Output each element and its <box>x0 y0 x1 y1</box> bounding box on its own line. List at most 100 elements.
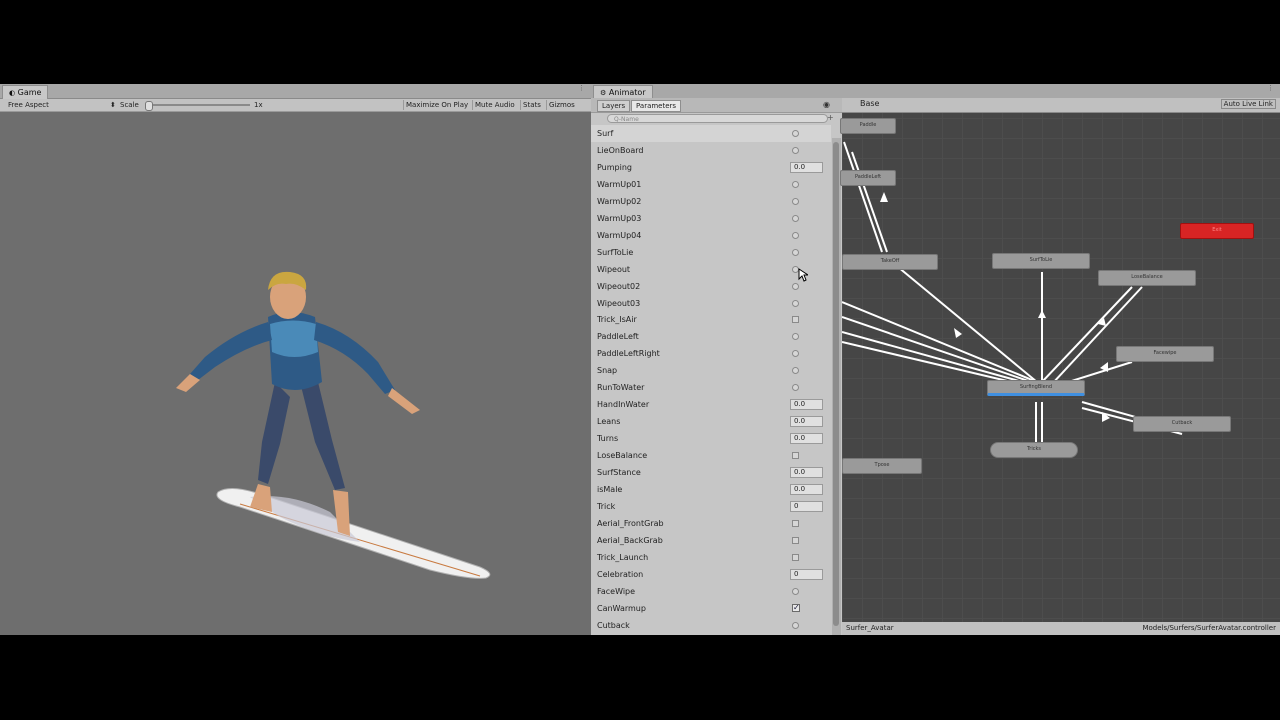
parameter-row[interactable]: WarmUp03 <box>591 210 831 227</box>
tab-parameters[interactable]: Parameters <box>631 100 682 112</box>
parameter-row[interactable]: CanWarmup ✓ <box>591 600 831 617</box>
parameter-row[interactable]: WarmUp04 <box>591 227 831 244</box>
parameter-bool-toggle[interactable] <box>792 333 799 341</box>
parameter-row[interactable]: Pumping 0.0 <box>591 159 831 176</box>
parameter-bool-toggle[interactable] <box>792 384 799 392</box>
state-node-paddle[interactable]: Paddle <box>840 118 896 134</box>
parameter-bool-toggle[interactable] <box>792 621 799 629</box>
parameter-name: Pumping <box>597 162 632 172</box>
parameter-bool-toggle[interactable] <box>792 367 799 375</box>
parameter-row[interactable]: Turns 0.0 <box>591 430 831 447</box>
parameter-row[interactable]: Snap <box>591 362 831 379</box>
parameter-row[interactable]: WarmUp01 <box>591 176 831 193</box>
layer-breadcrumb[interactable]: Base <box>860 99 879 108</box>
parameter-row[interactable]: isMale 0.0 <box>591 481 831 498</box>
parameter-row[interactable]: LoseBalance <box>591 447 831 464</box>
parameter-trigger-toggle[interactable] <box>792 519 799 527</box>
parameter-row[interactable]: PaddleLeftRight <box>591 345 831 362</box>
panel-menu-icon[interactable]: ⋮ <box>578 84 585 92</box>
parameter-value-field[interactable]: 0.0 <box>790 399 823 411</box>
parameter-bool-toggle[interactable] <box>792 587 799 595</box>
animator-subtabs: Layers Parameters ◉ <box>591 98 842 113</box>
parameter-value-field[interactable]: 0.0 <box>790 467 823 478</box>
parameter-value-field[interactable]: 0.0 <box>790 483 823 495</box>
maximize-on-play-button[interactable]: Maximize On Play <box>403 100 470 110</box>
parameter-row[interactable]: WarmUp02 <box>591 193 831 210</box>
parameter-row[interactable]: FaceWipe <box>591 583 831 600</box>
parameter-row[interactable]: Wipeout03 <box>591 295 831 312</box>
parameter-row[interactable]: HandInWater 0.0 <box>591 396 831 413</box>
parameter-name: isMale <box>597 484 623 494</box>
parameter-trigger-toggle[interactable] <box>792 536 799 544</box>
aspect-dropdown[interactable]: Free Aspect <box>8 99 49 111</box>
parameter-row[interactable]: PaddleLeft <box>591 328 831 345</box>
parameter-bool-toggle[interactable] <box>792 197 799 205</box>
auto-live-link-button[interactable]: Auto Live Link <box>1220 99 1276 109</box>
state-node-exit[interactable]: Exit <box>1180 223 1254 239</box>
state-graph[interactable]: Base Auto Live Link Paddle PaddleLeft Ta… <box>840 98 1280 622</box>
parameter-row[interactable]: RunToWater <box>591 379 831 396</box>
state-node-takeoff[interactable]: TakeOff <box>842 254 938 270</box>
parameter-row[interactable]: LieOnBoard <box>591 142 831 159</box>
parameter-row[interactable]: SurfToLie <box>591 244 831 261</box>
state-node-tricks[interactable]: Tricks <box>990 442 1078 458</box>
parameter-row[interactable]: Trick_Launch <box>591 549 831 566</box>
parameter-value-field[interactable]: 0 <box>790 500 823 512</box>
animator-tab-bar: ⚙ Animator ⋮ <box>591 84 1280 99</box>
parameter-value-field[interactable]: 0.0 <box>790 416 823 428</box>
state-node-tpose[interactable]: Tpose <box>842 458 922 474</box>
panel-menu-icon[interactable]: ⋮ <box>1267 84 1274 92</box>
parameter-value-field[interactable]: 0.0 <box>790 433 823 445</box>
state-node-surfingblend[interactable]: SurfingBlend <box>987 380 1085 396</box>
parameter-name: LoseBalance <box>597 451 648 461</box>
parameter-bool-toggle[interactable] <box>792 130 799 137</box>
parameter-value-field[interactable]: 0 <box>790 568 823 580</box>
parameter-bool-toggle[interactable] <box>792 350 799 358</box>
parameter-row[interactable]: Trick 0 <box>591 498 831 515</box>
state-node-paddleleft[interactable]: PaddleLeft <box>840 170 896 186</box>
game-tab[interactable]: ◐ Game <box>2 85 49 99</box>
parameter-row[interactable]: Aerial_FrontGrab <box>591 515 831 532</box>
parameter-checkbox[interactable]: ✓ <box>792 603 800 612</box>
parameter-row[interactable]: Surf <box>591 125 831 142</box>
parameter-row[interactable]: Celebration 0 <box>591 566 831 583</box>
animator-tab[interactable]: ⚙ Animator <box>593 85 653 99</box>
parameter-row[interactable]: Trick_IsAir <box>591 311 831 328</box>
scale-slider[interactable] <box>145 101 250 111</box>
parameter-value-field[interactable]: 0.0 <box>790 161 823 173</box>
parameter-bool-toggle[interactable] <box>792 282 799 290</box>
parameter-bool-toggle[interactable] <box>792 180 799 188</box>
parameter-row[interactable]: Cutback <box>591 617 831 634</box>
gizmos-button[interactable]: Gizmos <box>546 100 577 110</box>
state-node-losebalance[interactable]: LoseBalance <box>1098 270 1196 286</box>
eye-icon[interactable]: ◉ <box>823 100 830 109</box>
parameter-search-input[interactable]: Q-Name <box>607 114 828 123</box>
add-parameter-icon[interactable]: + <box>827 113 834 122</box>
parameter-row[interactable]: Wipeout02 <box>591 278 831 295</box>
tab-layers[interactable]: Layers <box>597 100 631 112</box>
parameter-trigger-toggle[interactable] <box>792 316 799 324</box>
parameter-row[interactable]: Leans 0.0 <box>591 413 831 430</box>
parameter-bool-toggle[interactable] <box>792 299 799 307</box>
state-node-surftolie[interactable]: SurfToLie <box>992 253 1090 269</box>
parameter-name: PaddleLeft <box>597 332 639 342</box>
parameter-bool-toggle[interactable] <box>792 214 799 222</box>
parameter-bool-toggle[interactable] <box>792 248 799 256</box>
stats-button[interactable]: Stats <box>520 100 543 110</box>
parameter-bool-toggle[interactable] <box>792 146 799 154</box>
parameter-row[interactable]: SurfStance 0.0 <box>591 464 831 481</box>
parameter-trigger-toggle[interactable] <box>792 452 799 460</box>
mute-audio-button[interactable]: Mute Audio <box>472 100 517 110</box>
scale-slider-thumb[interactable] <box>145 101 153 111</box>
parameter-scrollbar-thumb[interactable] <box>833 142 839 626</box>
state-node-facewipe[interactable]: Facewipe <box>1116 346 1214 362</box>
parameter-name: SurfToLie <box>597 247 634 257</box>
parameter-name: CanWarmup <box>597 603 646 613</box>
state-node-cutback[interactable]: Cutback <box>1133 416 1231 432</box>
scale-value: 1x <box>254 101 263 109</box>
parameter-bool-toggle[interactable] <box>792 231 799 239</box>
game-viewport[interactable] <box>0 112 591 635</box>
parameter-trigger-toggle[interactable] <box>792 553 799 561</box>
parameter-row[interactable]: Aerial_BackGrab <box>591 532 831 549</box>
parameter-row[interactable]: Wipeout <box>591 261 831 278</box>
